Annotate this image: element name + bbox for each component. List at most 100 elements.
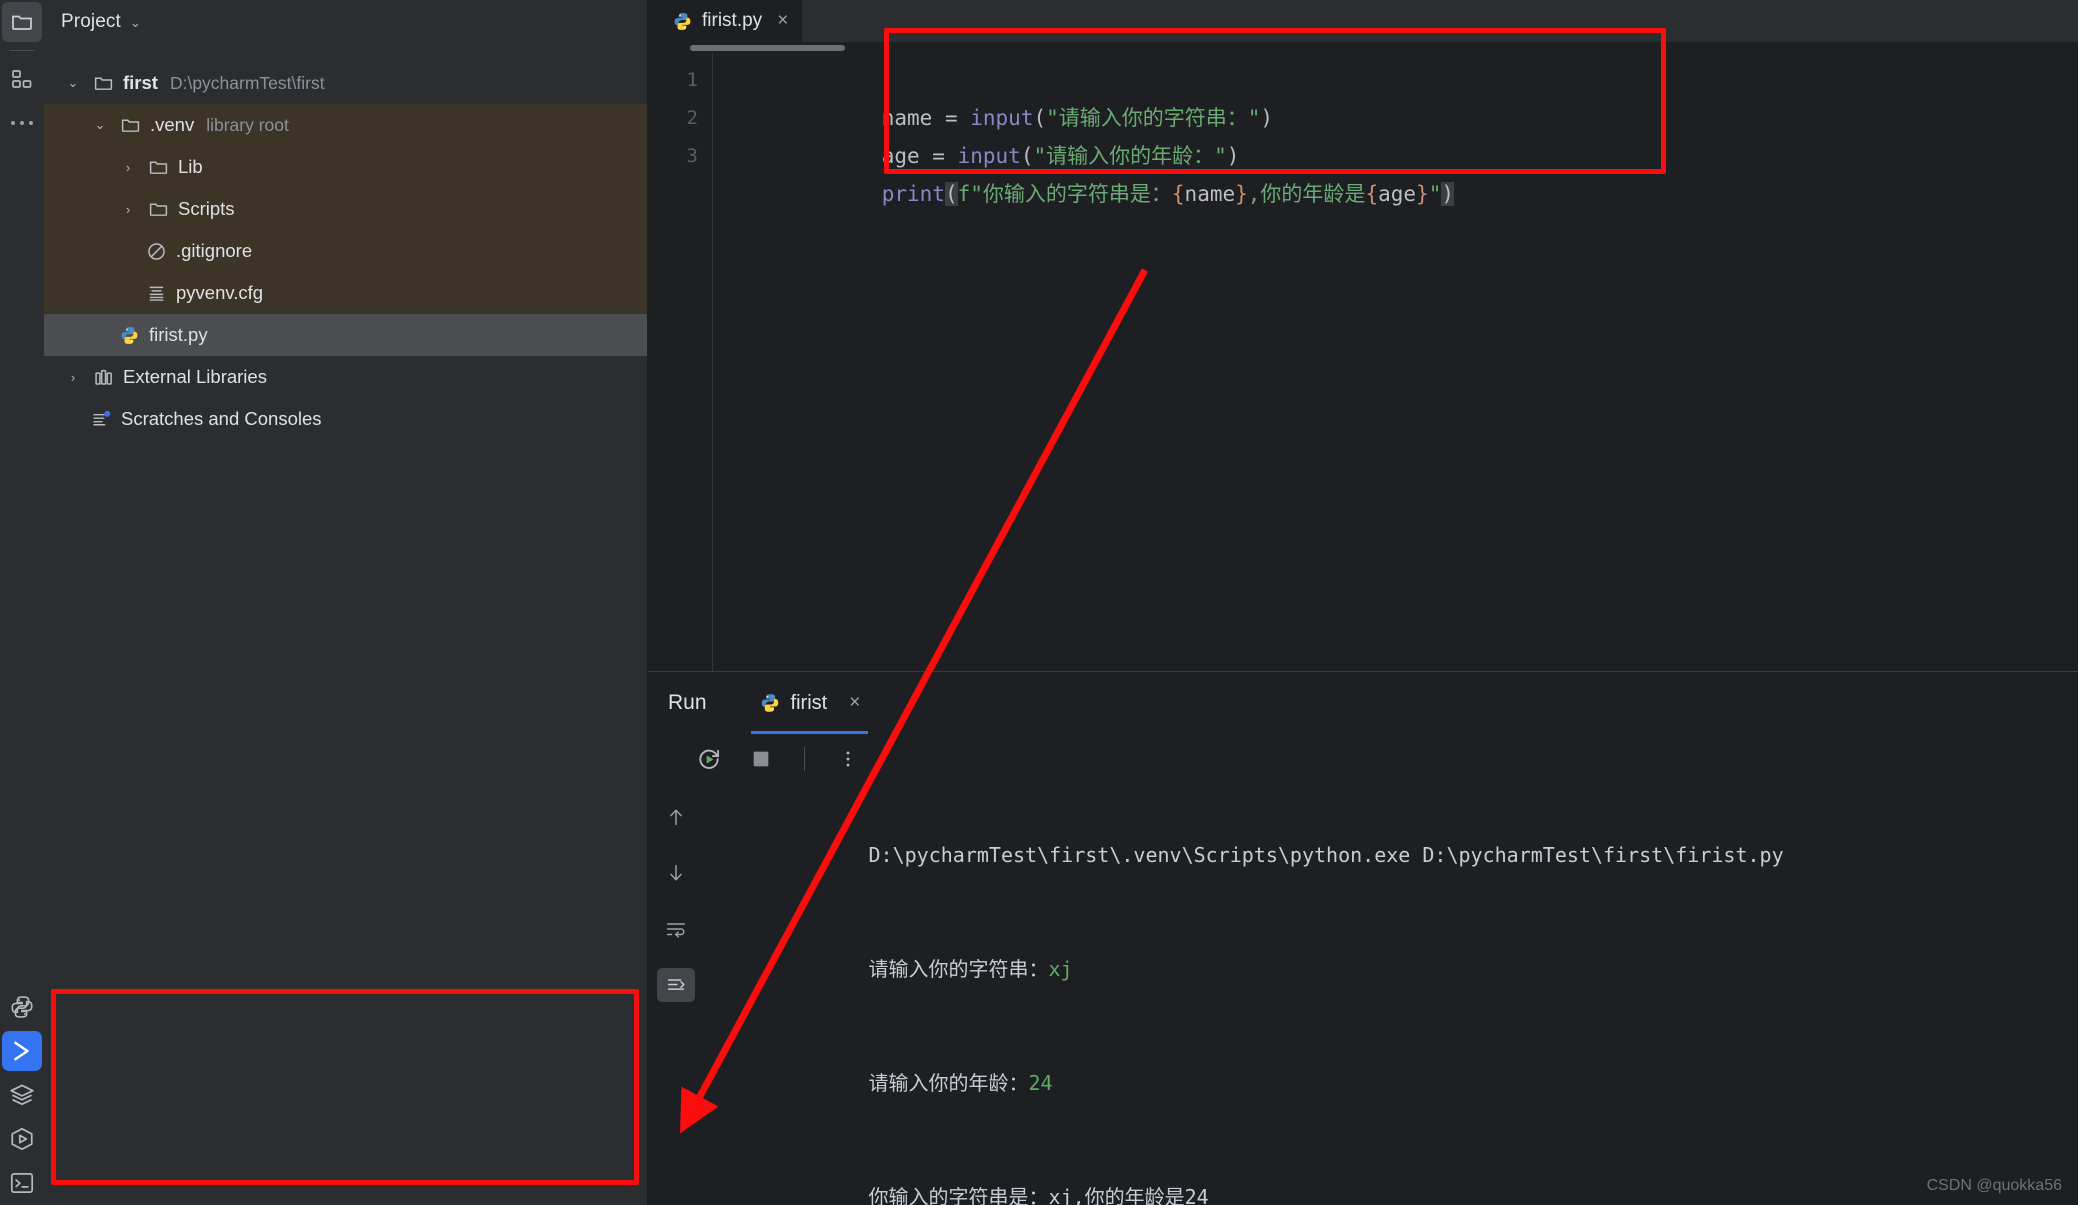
project-panel-header[interactable]: Project ⌄ bbox=[44, 0, 647, 44]
editor-code-area: 1 2 3 name = input("请输入你的字符串：") age = in… bbox=[648, 53, 2078, 671]
line-number: 1 bbox=[686, 69, 698, 91]
console-area: D:\pycharmTest\first\.venv\Scripts\pytho… bbox=[648, 784, 2078, 1205]
editor-tab-firist-py[interactable]: firist.py × bbox=[648, 0, 803, 42]
run-arrow-icon bbox=[14, 1041, 29, 1061]
token-paren: ( bbox=[1033, 106, 1047, 130]
scratches-icon bbox=[89, 409, 114, 430]
tree-item-label: firist.py bbox=[149, 324, 208, 345]
kebab-menu-icon bbox=[846, 751, 850, 767]
chevron-down-icon[interactable]: ⌄ bbox=[62, 75, 84, 91]
tree-item-label: first bbox=[123, 72, 158, 93]
python-console-button[interactable] bbox=[0, 985, 44, 1029]
terminal-icon bbox=[10, 1173, 34, 1193]
tree-item-scripts[interactable]: › Scripts bbox=[44, 188, 647, 230]
folder-icon bbox=[91, 73, 116, 94]
rerun-button[interactable] bbox=[694, 744, 724, 774]
more-tool-windows-button[interactable] bbox=[0, 101, 44, 145]
chevron-down-icon[interactable]: ⌄ bbox=[89, 117, 111, 133]
python-icon bbox=[759, 692, 781, 714]
run-tool-window-button[interactable] bbox=[2, 1031, 42, 1071]
prompt-text: 请输入你的字符串： bbox=[868, 957, 1049, 982]
tree-item-label: External Libraries bbox=[123, 366, 267, 387]
project-panel-title: Project bbox=[61, 11, 121, 32]
chevron-right-icon[interactable]: › bbox=[117, 160, 139, 175]
gitignore-icon bbox=[144, 241, 169, 262]
line-number: 3 bbox=[686, 145, 698, 167]
tree-item-gitignore[interactable]: .gitignore bbox=[44, 230, 647, 272]
main-area: firist.py × 1 2 3 name = input("请输入你的字符串… bbox=[648, 0, 2078, 1205]
token-string: "请输入你的年龄：" bbox=[1033, 144, 1227, 168]
console-line-prompt-string: 请输入你的字符串：xj bbox=[724, 912, 2078, 1026]
editor-tab-bar: firist.py × bbox=[648, 0, 2078, 42]
token-interpolation: name bbox=[1184, 182, 1236, 206]
stop-button[interactable] bbox=[746, 744, 776, 774]
token-paren: ( bbox=[1020, 144, 1034, 168]
config-file-icon bbox=[144, 283, 169, 304]
folder-icon bbox=[146, 157, 171, 178]
chevron-right-icon[interactable]: › bbox=[62, 370, 84, 385]
left-tool-rail bbox=[0, 0, 44, 1205]
tree-item-lib[interactable]: › Lib bbox=[44, 146, 647, 188]
run-panel-toolbar bbox=[648, 734, 2078, 784]
more-options-button[interactable] bbox=[833, 744, 863, 774]
chevron-down-icon[interactable]: ⌄ bbox=[130, 15, 141, 31]
scroll-to-end-icon bbox=[667, 979, 685, 990]
run-tool-window: Run firist × D:\pycharmTest\first\.venv\… bbox=[648, 671, 2078, 1205]
run-panel-tabbar: Run firist × bbox=[648, 672, 2078, 734]
console-output[interactable]: D:\pycharmTest\first\.venv\Scripts\pytho… bbox=[704, 784, 2078, 1205]
arrow-up-icon bbox=[670, 809, 682, 826]
soft-wrap-button[interactable] bbox=[657, 912, 695, 946]
debug-tool-window-button[interactable] bbox=[0, 1117, 44, 1161]
code-editor[interactable]: 1 2 3 name = input("请输入你的字符串：") age = in… bbox=[648, 42, 2078, 671]
scroll-up-button[interactable] bbox=[657, 800, 695, 834]
project-tool-window-button[interactable] bbox=[2, 2, 42, 42]
tree-item-firist-py[interactable]: firist.py bbox=[44, 314, 647, 356]
tree-item-badge: library root bbox=[206, 114, 289, 135]
python-file-icon bbox=[117, 325, 142, 346]
external-libraries-icon bbox=[91, 367, 116, 388]
scroll-down-button[interactable] bbox=[657, 856, 695, 890]
folder-icon bbox=[12, 15, 32, 30]
python-icon bbox=[11, 996, 33, 1018]
user-input-value: xj bbox=[1048, 957, 1073, 982]
editor-horizontal-scrollbar[interactable] bbox=[648, 42, 2078, 53]
python-file-icon bbox=[672, 11, 693, 32]
chevron-right-icon[interactable]: › bbox=[117, 202, 139, 217]
run-tab-label: firist bbox=[790, 691, 828, 714]
terminal-tool-window-button[interactable] bbox=[0, 1161, 44, 1205]
toolbar-divider bbox=[804, 747, 805, 772]
close-icon[interactable]: × bbox=[777, 10, 788, 32]
tree-item-external-libraries[interactable]: › External Libraries bbox=[44, 356, 647, 398]
tree-item-scratches-and-consoles[interactable]: Scratches and Consoles bbox=[44, 398, 647, 440]
scrollbar-thumb[interactable] bbox=[690, 45, 845, 51]
tree-item-pyvenv-cfg[interactable]: pyvenv.cfg bbox=[44, 272, 647, 314]
folder-icon bbox=[118, 115, 143, 136]
rail-top-group bbox=[0, 0, 44, 145]
token-brace: { bbox=[1365, 182, 1379, 206]
token-paren-cursor: ( bbox=[944, 182, 958, 206]
code-line-1: name = input("请输入你的字符串：") bbox=[730, 61, 2078, 130]
rail-bottom-group bbox=[0, 985, 44, 1205]
tree-item-venv[interactable]: ⌄ .venv library root bbox=[44, 104, 647, 146]
stop-square-icon bbox=[753, 751, 769, 767]
tree-item-label: pyvenv.cfg bbox=[176, 282, 264, 303]
services-tool-window-button[interactable] bbox=[0, 1073, 44, 1117]
token-fstring: f"你输入的字符串是： bbox=[957, 182, 1172, 206]
result-text: 你输入的字符串是：xj,你的年龄是24 bbox=[868, 1185, 1209, 1205]
structure-tool-window-button[interactable] bbox=[0, 57, 44, 101]
pycharm-window: Project ⌄ ⌄ first D:\pycharmTest\first ⌄ bbox=[0, 0, 2078, 1205]
scroll-to-end-button[interactable] bbox=[657, 968, 695, 1003]
tree-item-label: .venv bbox=[150, 114, 195, 135]
editor-tab-label: firist.py bbox=[702, 10, 763, 31]
user-input-value: 24 bbox=[1028, 1071, 1053, 1096]
code-fold-guide bbox=[712, 53, 713, 671]
console-side-toolbar bbox=[648, 784, 704, 1205]
prompt-text: 请输入你的年龄： bbox=[868, 1071, 1029, 1096]
token-string: "请输入你的字符串：" bbox=[1046, 106, 1261, 130]
close-icon[interactable]: × bbox=[849, 692, 860, 714]
command-text: D:\pycharmTest\first\.venv\Scripts\pytho… bbox=[868, 843, 1784, 868]
editor-source-text[interactable]: name = input("请输入你的字符串：") age = input("请… bbox=[712, 53, 2078, 671]
tree-item-first[interactable]: ⌄ first D:\pycharmTest\first bbox=[44, 62, 647, 104]
run-tab-firist[interactable]: firist × bbox=[750, 672, 869, 734]
tree-item-label: .gitignore bbox=[176, 240, 253, 261]
